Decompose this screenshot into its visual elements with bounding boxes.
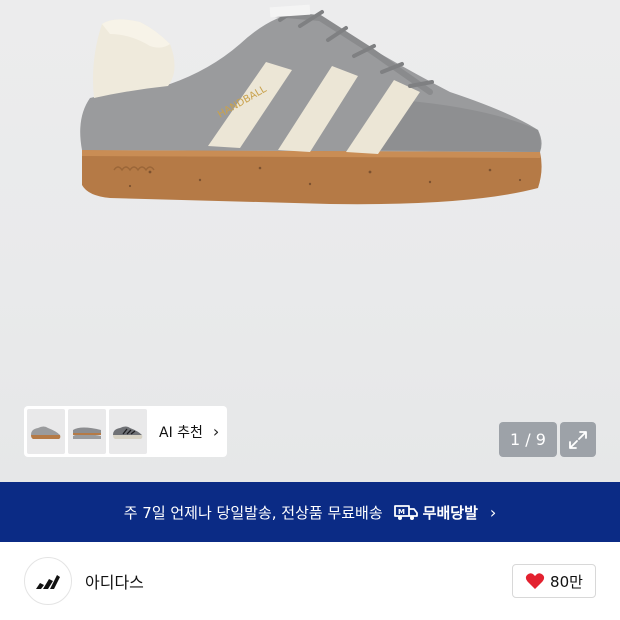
- ai-recommend-label: AI 추천: [159, 424, 203, 441]
- free-shipping-badge-label: 무배당발: [422, 503, 478, 522]
- delivery-truck-icon: M: [393, 505, 418, 520]
- heart-icon: [525, 573, 545, 589]
- free-shipping-badge: M 무배당발: [393, 502, 478, 523]
- sneaker-dark-thumbnail-icon: [113, 426, 143, 439]
- shipping-banner[interactable]: 주 7일 언제나 당일발송, 전상품 무료배송 M 무배당발 ›: [0, 482, 620, 542]
- thumbnail-2[interactable]: [68, 409, 106, 454]
- thumbnail-1[interactable]: [27, 409, 65, 454]
- thumbnail-3[interactable]: [109, 409, 147, 454]
- product-page: HANDBALL AI 추천 › 1 / 9 주 7일 언제나 당일발송, 전상…: [0, 0, 620, 620]
- like-count: 80만: [550, 572, 583, 591]
- image-counter: 1 / 9: [499, 422, 557, 457]
- sneaker-image: HANDBALL: [80, 4, 542, 205]
- product-image[interactable]: HANDBALL AI 추천 › 1 / 9: [0, 0, 620, 482]
- chevron-right-icon: ›: [212, 422, 220, 441]
- brand-name[interactable]: 아디다스: [85, 569, 144, 593]
- like-button[interactable]: 80만: [512, 564, 596, 598]
- brand-row: 아디다스 80만: [0, 542, 620, 620]
- adidas-logo-icon[interactable]: [24, 557, 72, 605]
- sneaker-thumbnail-icon: [31, 426, 61, 439]
- svg-text:M: M: [398, 508, 405, 516]
- expand-icon: [569, 430, 587, 449]
- sneaker-pair-thumbnail-icon: [73, 427, 101, 439]
- expand-button[interactable]: [560, 422, 596, 457]
- chevron-right-icon: ›: [489, 502, 497, 522]
- ai-recommend-chip[interactable]: AI 추천 ›: [24, 406, 227, 457]
- ai-recommend-text: AI 추천 ›: [159, 422, 219, 442]
- shipping-banner-text: 주 7일 언제나 당일발송, 전상품 무료배송: [123, 503, 383, 522]
